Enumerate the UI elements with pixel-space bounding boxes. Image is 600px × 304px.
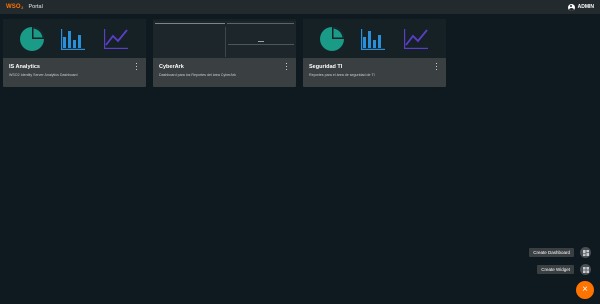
- account-circle-icon: [567, 3, 575, 11]
- line-chart-icon: [404, 28, 429, 49]
- card-thumbnail: [303, 19, 446, 58]
- widgets-icon: [582, 266, 589, 273]
- dashboard-screenshot: [153, 21, 296, 58]
- dashboard-icon: [582, 249, 589, 256]
- bar-chart-icon: [61, 28, 86, 50]
- more-vert-icon[interactable]: [286, 63, 288, 70]
- more-vert-icon[interactable]: [136, 63, 138, 70]
- dashboard-card-is-analytics[interactable]: IS Analytics WSO2 Identity Server Analyt…: [3, 19, 146, 87]
- app-title: Portal: [28, 4, 43, 10]
- pie-chart-icon: [19, 26, 44, 51]
- card-title: IS Analytics: [9, 64, 40, 70]
- user-menu[interactable]: ADMIN: [567, 3, 594, 11]
- card-description: Reportes para el área de seguridad de TI: [309, 73, 375, 77]
- line-chart-icon: [104, 28, 129, 49]
- create-widget-label[interactable]: Create Widget: [537, 265, 574, 274]
- card-title: Seguridad TI: [309, 64, 343, 70]
- card-thumbnail: [153, 19, 296, 58]
- bar-chart-icon: [361, 28, 386, 50]
- card-description: Dashboard para los Reportes del área Cyb…: [159, 73, 236, 77]
- create-dashboard-button[interactable]: [580, 247, 591, 258]
- close-icon: ×: [582, 284, 588, 295]
- card-thumbnail: [3, 19, 146, 58]
- speed-dial-close-button[interactable]: ×: [576, 281, 594, 299]
- more-vert-icon[interactable]: [436, 63, 438, 70]
- wso2-logo[interactable]: WSO 2: [6, 0, 23, 14]
- create-widget-button[interactable]: [580, 264, 591, 275]
- create-dashboard-action[interactable]: Create Dashboard: [529, 247, 593, 258]
- create-widget-action[interactable]: Create Widget: [537, 264, 593, 275]
- pie-chart-icon: [319, 26, 344, 51]
- create-dashboard-label[interactable]: Create Dashboard: [529, 248, 574, 257]
- top-bar: WSO 2 Portal ADMIN: [0, 0, 600, 14]
- logo-text: WSO: [6, 4, 21, 10]
- card-description: WSO2 Identity Server Analytics Dashboard: [9, 73, 78, 77]
- card-title: CyberArk: [159, 64, 184, 70]
- dashboard-card-cyberark[interactable]: CyberArk Dashboard para los Reportes del…: [153, 19, 296, 87]
- logo-superscript: 2: [21, 4, 24, 10]
- dashboard-card-seguridad-ti[interactable]: Seguridad TI Reportes para el área de se…: [303, 19, 446, 87]
- user-label: ADMIN: [577, 4, 594, 10]
